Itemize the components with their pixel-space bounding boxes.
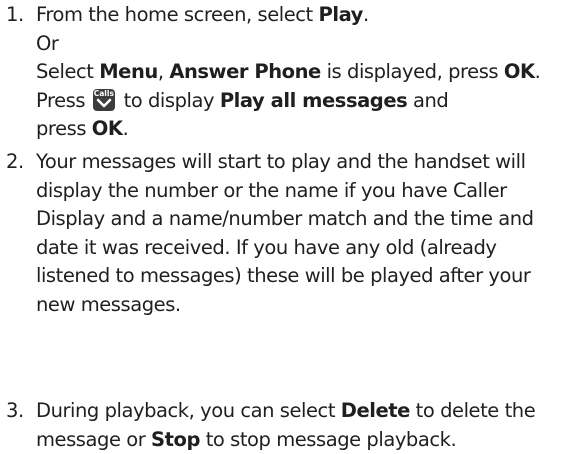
text-run: Press [36, 88, 91, 112]
text-run: to display [117, 88, 220, 112]
text-run: is displayed, press [320, 60, 504, 83]
menu-term: Menu [99, 60, 158, 83]
play-term: Play [318, 3, 364, 26]
text-run: . [362, 3, 369, 26]
step-line: message or Stop to stop message playback… [36, 426, 587, 454]
text-run: message or [36, 427, 152, 451]
step-body: During playback, you can select Delete t… [36, 397, 587, 454]
step-line: Your messages will start to play and the… [36, 150, 526, 173]
chevron-down-icon [96, 98, 112, 107]
stop-term: Stop [151, 427, 200, 451]
delete-term: Delete [340, 399, 411, 422]
text-run: and [407, 88, 449, 112]
ok-term: OK [91, 117, 123, 140]
text-run: . [534, 60, 541, 83]
text-run: . [122, 117, 129, 140]
step-body: From the home screen, select Play. Or Se… [36, 1, 587, 144]
step-line: date it was received. If you have any ol… [36, 235, 497, 259]
text-run: to delete the [409, 399, 536, 422]
calls-key-label: Calls [93, 88, 114, 98]
play-all-messages-term: Play all messages [219, 88, 408, 112]
step-line: Select Menu, Answer Phone is displayed, … [36, 58, 587, 87]
text-run: to stop message playback. [199, 427, 457, 451]
text-run: , [157, 60, 170, 83]
step-line: listened to messages) these will be play… [36, 264, 531, 287]
text-run: During playback, you can select [36, 399, 341, 422]
text-run: From the home screen, select [36, 3, 319, 26]
calls-key-icon: Calls [92, 88, 115, 111]
step-line: press OK. [36, 115, 587, 144]
step-line: new messages. [36, 292, 181, 316]
step-line: Display and a name/number match and the … [36, 207, 534, 230]
answer-phone-term: Answer Phone [169, 60, 321, 83]
step-number: 1. [6, 3, 24, 26]
step-body: Your messages will start to play and the… [36, 148, 587, 319]
instruction-document: 1. From the home screen, select Play. Or… [0, 0, 587, 454]
step-line: From the home screen, select Play. [36, 1, 587, 30]
text-run: press [36, 117, 92, 140]
step-line: During playback, you can select Delete t… [36, 397, 587, 426]
step-line: display the number or the name if you ha… [36, 178, 507, 202]
step-number: 3. [6, 399, 24, 422]
step-number: 2. [6, 150, 24, 173]
step-line: Press Calls to display Play all messages… [36, 87, 587, 116]
ok-term: OK [503, 60, 535, 83]
or-line: Or [36, 31, 59, 55]
text-run: Select [36, 60, 100, 83]
